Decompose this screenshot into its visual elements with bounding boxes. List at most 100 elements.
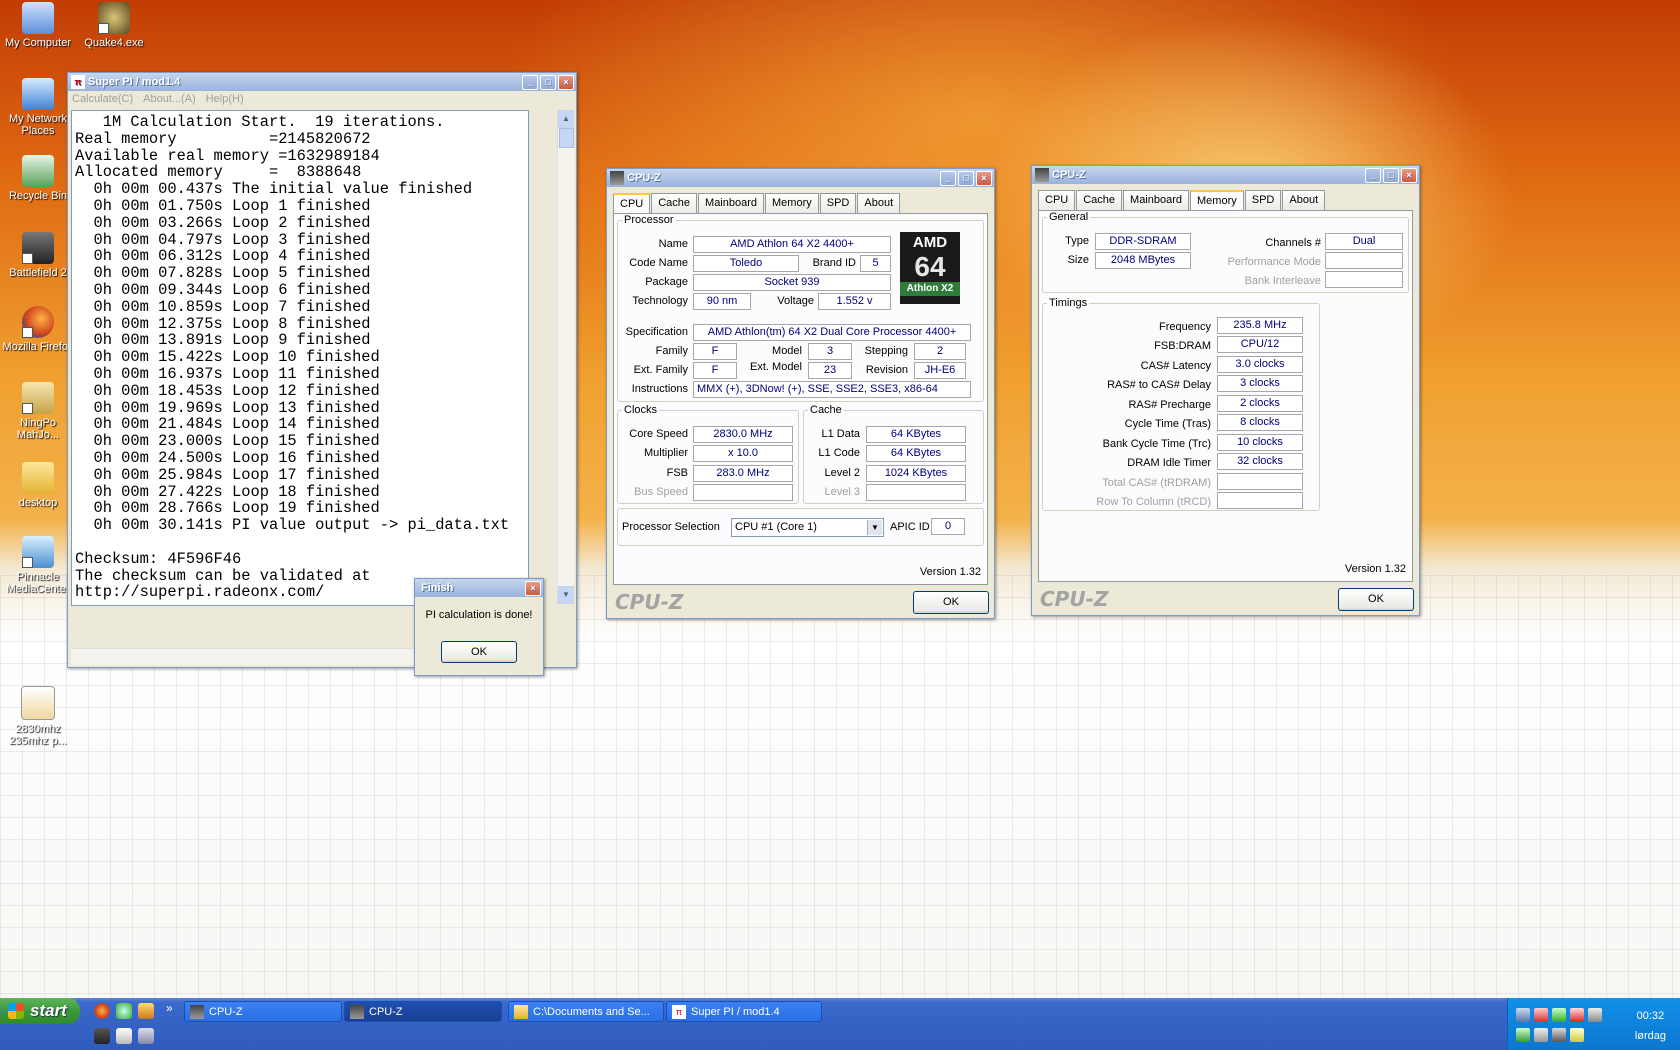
scroll-up-icon[interactable]: ▲ (558, 110, 574, 128)
tab-cpu[interactable]: CPU (613, 193, 651, 215)
tab-mainboard[interactable]: Mainboard (1123, 190, 1190, 210)
app-tray-icon[interactable] (1552, 1008, 1566, 1022)
superpi-output-area[interactable]: 1M Calculation Start. 19 iterations. Rea… (71, 110, 529, 606)
taskbar-item-cpuz-2[interactable]: CPU-Z (344, 1001, 502, 1022)
fsbdram-label: FSB:DRAM (1154, 340, 1211, 352)
tab-cache[interactable]: Cache (1076, 190, 1123, 210)
notepad-quicklaunch-icon[interactable] (116, 1028, 132, 1044)
quake4-shortcut[interactable]: Quake4.exe (76, 2, 152, 49)
vertical-scrollbar[interactable]: ▲ ▼ (557, 110, 574, 604)
media-quicklaunch-icon[interactable] (116, 1003, 132, 1019)
pinnacle-mediacenter-shortcut[interactable]: Pinnacle MediaCenter (0, 536, 76, 595)
close-button[interactable]: × (525, 581, 541, 596)
close-button[interactable]: × (976, 171, 992, 186)
jpg-file-icon[interactable]: 2830mhz 235mhz p... (0, 686, 76, 747)
cpuz-icon (190, 1005, 204, 1019)
mediacenter-icon (22, 536, 54, 568)
rcd-label: RAS# to CAS# Delay (1107, 379, 1211, 391)
quicklaunch-more-icon[interactable]: » (166, 1001, 173, 1015)
processor-selection-dropdown[interactable]: CPU #1 (Core 1) ▼ (731, 518, 884, 537)
taskbar-item-superpi[interactable]: π Super PI / mod1.4 (666, 1001, 822, 1022)
recycle-bin-icon[interactable]: Recycle Bin (0, 155, 76, 202)
maximize-button[interactable]: □ (958, 171, 974, 186)
cpuz-titlebar[interactable]: CPU-Z _ □ × (607, 169, 994, 187)
battlefield2-shortcut[interactable]: Battlefield 2 (0, 232, 76, 279)
my-network-places-icon[interactable]: My Network Places (0, 78, 76, 137)
desktop-icon-label: My Computer (4, 37, 72, 49)
close-button[interactable]: × (558, 75, 574, 90)
cpuz-ok-button[interactable]: OK (913, 591, 989, 614)
tab-mainboard[interactable]: Mainboard (698, 193, 765, 213)
disk-tray-icon[interactable] (1534, 1028, 1548, 1042)
minimize-button[interactable]: _ (940, 171, 956, 186)
volume-tray-icon[interactable] (1588, 1008, 1602, 1022)
firefox-quicklaunch-icon[interactable] (94, 1003, 110, 1019)
timings-group: Timings Frequency 235.8 MHz FSB:DRAM CPU… (1042, 297, 1320, 511)
channels-label: Channels # (1265, 237, 1321, 249)
menu-calculate[interactable]: Calculate(C) (72, 91, 133, 107)
device-tray-icon[interactable] (1552, 1028, 1566, 1042)
bankint-label: Bank Interleave (1244, 275, 1321, 287)
scroll-down-icon[interactable]: ▼ (558, 586, 574, 604)
network-tray-icon[interactable] (1516, 1008, 1530, 1022)
app-quicklaunch-icon[interactable] (138, 1003, 154, 1019)
menu-about[interactable]: About...(A) (143, 91, 196, 107)
network-icon (22, 78, 54, 110)
apicid-label: APIC ID (890, 521, 930, 533)
monitor-tray-icon[interactable] (1570, 1008, 1584, 1022)
taskbar-item-explorer[interactable]: C:\Documents and Se... (508, 1001, 664, 1022)
cpuz-titlebar[interactable]: CPU-Z _ □ × (1032, 166, 1419, 184)
trdram-label: Total CAS# (tRDRAM) (1102, 477, 1211, 489)
tab-about[interactable]: About (1282, 190, 1326, 210)
ningpo-mahjong-shortcut[interactable]: NingPo MahJo... (0, 382, 76, 441)
cpuz-memory-window[interactable]: CPU-Z _ □ × CPU Cache Mainboard Memory S… (1031, 165, 1420, 616)
finish-dialog[interactable]: Finish × PI calculation is done! OK (414, 578, 544, 676)
type-value: DDR-SDRAM (1095, 233, 1191, 250)
finish-ok-button[interactable]: OK (441, 641, 517, 663)
tab-cpu[interactable]: CPU (1038, 190, 1076, 210)
clock-day: lørdag (1634, 1030, 1666, 1042)
rp-value: 2 clocks (1217, 395, 1303, 412)
maximize-button[interactable]: □ (540, 75, 556, 90)
tab-about[interactable]: About (857, 193, 901, 213)
cpuz-cpu-window[interactable]: CPU-Z _ □ × CPU Cache Mainboard Memory S… (606, 168, 995, 619)
tab-spd[interactable]: SPD (819, 193, 857, 213)
idle-label: DRAM Idle Timer (1127, 457, 1211, 469)
tab-memory[interactable]: Memory (1190, 190, 1244, 212)
version-label: Version 1.32 (1344, 563, 1406, 575)
stepping-label: Stepping (864, 345, 908, 357)
maximize-button[interactable]: □ (1383, 168, 1399, 183)
my-computer-icon[interactable]: My Computer (0, 2, 76, 49)
tray-tool-icon[interactable] (94, 1028, 110, 1044)
computer-icon (22, 2, 54, 34)
tab-spd[interactable]: SPD (1244, 190, 1282, 210)
window-title: CPU-Z (1052, 169, 1086, 181)
taskbar-item-cpuz-1[interactable]: CPU-Z (184, 1001, 342, 1022)
size-label: Size (1067, 254, 1089, 266)
superpi-titlebar[interactable]: π Super PI / mod1.4 _ □ × (68, 73, 576, 91)
cas-value: 3.0 clocks (1217, 356, 1303, 373)
scrollbar-thumb[interactable] (559, 128, 574, 148)
network-quicklaunch-icon[interactable] (138, 1028, 154, 1044)
desktop-icon-label: 2830mhz 235mhz p... (9, 723, 67, 747)
menu-help[interactable]: Help(H) (206, 91, 244, 107)
tab-memory[interactable]: Memory (765, 193, 819, 213)
minimize-button[interactable]: _ (1365, 168, 1381, 183)
finish-titlebar[interactable]: Finish × (415, 579, 543, 597)
alert-tray-icon[interactable] (1570, 1028, 1584, 1042)
superpi-menubar: Calculate(C) About...(A) Help(H) (68, 91, 576, 107)
cpuz-ok-button[interactable]: OK (1338, 588, 1414, 611)
close-button[interactable]: × (1401, 168, 1417, 183)
security-tray-icon[interactable] (1534, 1008, 1548, 1022)
cache-legend: Cache (810, 404, 842, 416)
minimize-button[interactable]: _ (522, 75, 538, 90)
tab-cache[interactable]: Cache (651, 193, 698, 213)
taskbar-item-label: Super PI / mod1.4 (691, 1006, 780, 1018)
name-value: AMD Athlon 64 X2 4400+ (693, 236, 891, 253)
desktop-folder-icon[interactable]: desktop (0, 462, 76, 509)
start-button[interactable]: start (0, 998, 80, 1024)
firefox-shortcut[interactable]: Mozilla Firefox (0, 306, 76, 353)
update-tray-icon[interactable] (1516, 1028, 1530, 1042)
chevron-down-icon[interactable]: ▼ (867, 520, 882, 535)
system-clock[interactable]: 00:32 lørdag (1635, 1006, 1666, 1046)
